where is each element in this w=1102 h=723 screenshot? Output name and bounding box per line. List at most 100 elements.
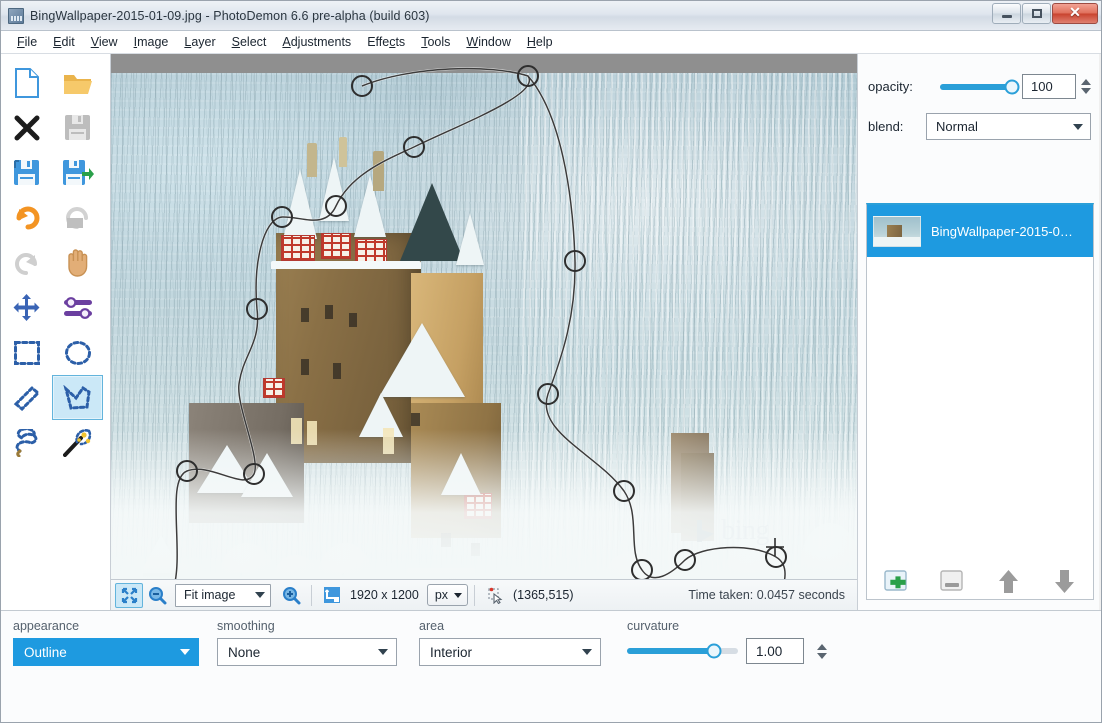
menu-view[interactable]: View: [83, 33, 126, 52]
chevron-down-icon: [454, 592, 463, 598]
castle-window-6: [411, 413, 420, 426]
photodemon-window: BingWallpaper-2015-01-09.jpg - PhotoDemo…: [0, 0, 1102, 723]
opacity-slider[interactable]: [940, 79, 1020, 94]
redo-disabled-icon: [65, 206, 88, 229]
tool-move-layer[interactable]: [1, 285, 52, 330]
time-taken-label: Time taken: 0.0457 seconds: [688, 588, 845, 602]
tool-repeat[interactable]: [1, 240, 52, 285]
window-controls: ✕: [991, 3, 1098, 24]
castle-oriel-1: [281, 235, 315, 261]
appearance-value: Outline: [24, 644, 67, 660]
menu-edit[interactable]: Edit: [45, 33, 83, 52]
tool-new-image[interactable]: [1, 60, 52, 105]
zoom-in-button[interactable]: [277, 583, 305, 608]
castle-oriel-2: [321, 233, 351, 259]
image-size-icon: [324, 587, 340, 603]
layer-list[interactable]: BingWallpaper-2015-0…: [866, 203, 1094, 600]
castle-window-4: [301, 359, 309, 375]
zoom-in-icon: [282, 586, 300, 604]
tool-line-select[interactable]: [1, 375, 52, 420]
tool-save-image[interactable]: [52, 105, 103, 150]
polygon-select-icon: [62, 384, 91, 410]
chevron-down-icon: [582, 649, 592, 655]
status-separator-2: [474, 584, 476, 606]
opacity-slider-fill: [940, 83, 1012, 90]
layers-panel: opacity: 100 blend: Normal BingWallpaper…: [857, 54, 1101, 610]
smoothing-label: smoothing: [217, 619, 275, 633]
close-button[interactable]: ✕: [1052, 3, 1098, 24]
cursor-coordinates: (1365,515): [513, 588, 574, 602]
unit-select[interactable]: px: [426, 584, 469, 606]
zoom-level-value: Fit image: [184, 588, 236, 602]
add-layer-button[interactable]: [881, 568, 911, 594]
list-item[interactable]: BingWallpaper-2015-0…: [867, 205, 1093, 257]
menu-tools[interactable]: Tools: [413, 33, 458, 52]
appearance-select[interactable]: Outline: [13, 638, 199, 666]
curvature-slider[interactable]: [627, 643, 738, 659]
tool-color-adjust[interactable]: [52, 285, 103, 330]
ellipse-select-icon: [64, 340, 91, 365]
menu-effects[interactable]: Effects: [359, 33, 413, 52]
layer-name: BingWallpaper-2015-0…: [931, 223, 1073, 239]
menu-help[interactable]: Help: [519, 33, 561, 52]
maximize-button[interactable]: [1022, 3, 1051, 24]
blend-label: blend:: [868, 119, 904, 134]
undo-icon: [16, 206, 39, 229]
tool-ellipse-select[interactable]: [52, 330, 103, 375]
menu-window[interactable]: Window: [458, 33, 518, 52]
tool-lasso-select[interactable]: [1, 420, 52, 465]
opacity-value-input[interactable]: 100: [1022, 74, 1076, 99]
repeat-icon: [14, 252, 37, 275]
new-image-icon: [14, 67, 39, 98]
opacity-spinner[interactable]: [1081, 79, 1091, 94]
fit-to-screen-button[interactable]: [115, 582, 143, 608]
blend-mode-select[interactable]: Normal: [926, 113, 1091, 140]
tool-magic-wand[interactable]: [52, 420, 103, 465]
opacity-slider-knob[interactable]: [1004, 79, 1020, 94]
smoothing-select[interactable]: None: [217, 638, 397, 666]
castle-window-2: [325, 305, 333, 319]
spinner-up-icon[interactable]: [817, 643, 827, 650]
castle-chimney-2: [373, 151, 384, 191]
appearance-option: appearance Outline: [13, 619, 199, 666]
canvas-top-gutter: [111, 54, 857, 73]
window-title: BingWallpaper-2015-01-09.jpg - PhotoDemo…: [30, 8, 430, 23]
menu-file[interactable]: File: [9, 33, 45, 52]
tool-close-image[interactable]: [1, 105, 52, 150]
move-layer-down-button[interactable]: [1049, 568, 1079, 594]
zoom-out-button[interactable]: [143, 583, 171, 608]
move-layer-up-button[interactable]: [993, 568, 1023, 594]
castle-dark-roof: [400, 183, 464, 261]
menu-layer[interactable]: Layer: [176, 33, 223, 52]
zoom-level-select[interactable]: Fit image: [175, 583, 271, 607]
tool-redo-disabled[interactable]: [52, 195, 103, 240]
spinner-down-icon[interactable]: [1081, 88, 1091, 94]
minimize-button[interactable]: [992, 3, 1021, 24]
spinner-up-icon[interactable]: [1081, 79, 1091, 85]
menu-adjustments[interactable]: Adjustments: [274, 33, 359, 52]
spinner-down-icon[interactable]: [817, 652, 827, 659]
image-canvas[interactable]: bing: [111, 54, 857, 610]
close-icon: ✕: [1069, 5, 1081, 21]
maximize-icon: [1031, 9, 1042, 18]
tool-save-copy[interactable]: [52, 150, 103, 195]
curvature-option: curvature 1.00: [627, 619, 827, 664]
tool-open-image[interactable]: [52, 60, 103, 105]
bing-watermark-text: bing: [721, 515, 769, 546]
area-select[interactable]: Interior: [419, 638, 601, 666]
tool-undo[interactable]: [1, 195, 52, 240]
curvature-spinner[interactable]: [817, 643, 827, 659]
layer-thumbnail: [873, 215, 921, 247]
tool-polygon-select[interactable]: [52, 375, 103, 420]
menu-select[interactable]: Select: [224, 33, 275, 52]
tool-save-as[interactable]: [1, 150, 52, 195]
menu-image[interactable]: Image: [126, 33, 177, 52]
opacity-row: opacity: 100: [858, 74, 1101, 99]
save-as-icon: [14, 160, 39, 185]
tool-rect-select[interactable]: [1, 330, 52, 375]
curvature-slider-knob[interactable]: [706, 643, 722, 659]
tool-hand-pan[interactable]: [52, 240, 103, 285]
curvature-value-input[interactable]: 1.00: [746, 638, 804, 664]
save-copy-icon: [62, 160, 94, 185]
delete-layer-button[interactable]: [937, 568, 967, 594]
